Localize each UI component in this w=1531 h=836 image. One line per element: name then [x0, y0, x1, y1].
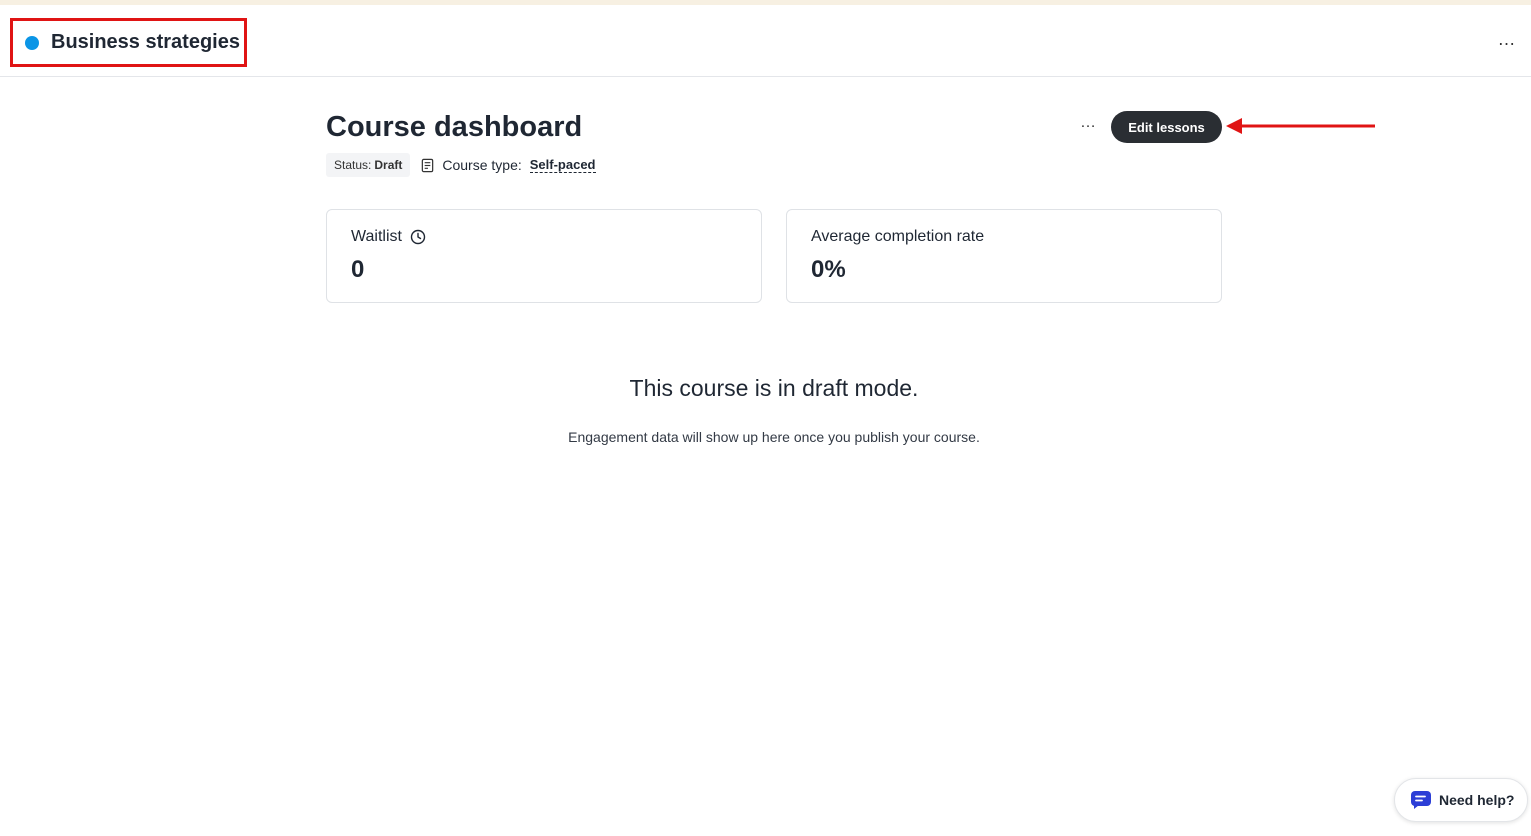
course-title-highlight: Business strategies — [10, 18, 247, 67]
status-value: Draft — [374, 158, 403, 172]
status-label: Status: — [334, 158, 372, 172]
completion-rate-label-row: Average completion rate — [811, 228, 984, 246]
document-icon — [422, 158, 434, 172]
need-help-button[interactable]: Need help? — [1394, 778, 1528, 822]
completion-rate-card: Average completion rate 0% — [786, 209, 1222, 303]
course-type: Course type: Self-paced — [420, 157, 596, 173]
chat-icon — [1411, 791, 1431, 809]
waitlist-label: Waitlist — [351, 228, 402, 245]
course-type-link[interactable]: Self-paced — [529, 157, 596, 173]
course-status-dot — [25, 35, 39, 50]
edit-lessons-button[interactable]: Edit lessons — [1111, 111, 1222, 143]
course-type-label: Course type: — [442, 157, 522, 173]
completion-rate-label: Average completion rate — [811, 228, 985, 245]
need-help-label: Need help? — [1439, 792, 1515, 808]
header-more-options-icon[interactable]: … — [1495, 27, 1519, 51]
waitlist-label-row: Waitlist — [351, 228, 426, 246]
dashboard-more-options-icon[interactable]: … — [1080, 114, 1097, 132]
waitlist-card: Waitlist 0 — [326, 209, 762, 303]
clock-icon[interactable] — [410, 229, 426, 245]
draft-notice-title: This course is in draft mode. — [629, 375, 919, 401]
course-header: Business strategies … — [0, 5, 1531, 77]
status-badge: Status: Draft — [326, 153, 411, 177]
completion-rate-value: 0% — [811, 256, 846, 283]
course-title[interactable]: Business strategies — [51, 31, 240, 54]
annotation-arrow-icon — [1226, 118, 1375, 134]
draft-notice-subtitle: Engagement data will show up here once y… — [568, 429, 980, 445]
waitlist-value: 0 — [351, 256, 365, 283]
course-meta-row: Status: Draft Course type: Self-paced — [326, 153, 596, 177]
page-title: Course dashboard — [326, 111, 583, 143]
